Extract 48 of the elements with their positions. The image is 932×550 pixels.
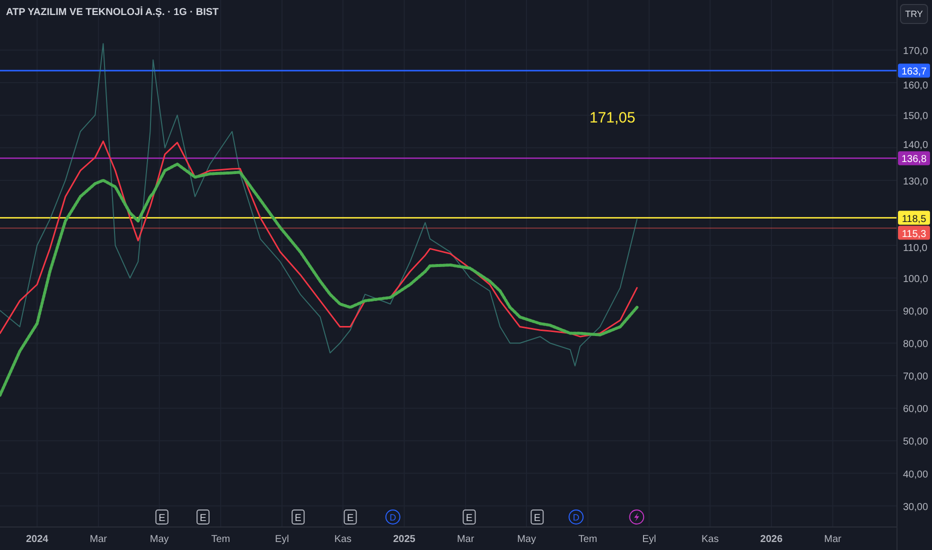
earnings-marker[interactable]: E <box>530 510 544 524</box>
price-axis-label: 100,0 <box>903 274 928 285</box>
time-axis-label: 2026 <box>760 534 783 545</box>
ref-line-label: 118,5 <box>902 214 927 225</box>
time-axis-label: May <box>517 534 536 545</box>
price-tag: 118,5 <box>898 210 930 225</box>
earnings-marker[interactable]: E <box>155 510 168 524</box>
dividend-marker[interactable]: D <box>568 510 584 524</box>
dividend-marker[interactable]: D <box>385 510 400 524</box>
price-axis-label: 80,00 <box>903 339 928 350</box>
time-axis-label: Mar <box>456 534 474 545</box>
lightning-marker-icon[interactable] <box>629 510 644 524</box>
time-axis-label: Eyl <box>642 534 656 545</box>
price-tag: 115,3 <box>898 226 930 240</box>
price-axis-label: 170,0 <box>903 46 928 58</box>
currency-button[interactable]: TRY <box>900 4 928 24</box>
ref-line-label: 115,3 <box>902 228 927 240</box>
price-tag: 163,7 <box>898 64 930 78</box>
price-axis-label: 70,00 <box>903 372 928 383</box>
price-axis-label: 140,0 <box>903 140 928 152</box>
price-tag: 136,8 <box>898 151 930 166</box>
price-axis-label: 90,00 <box>903 306 928 318</box>
time-axis-label: May <box>150 534 169 545</box>
price-annotation: 171,05 <box>590 109 636 126</box>
price-axis-label: 50,00 <box>903 436 928 448</box>
earnings-marker[interactable]: E <box>196 510 210 524</box>
price-axis-label: 60,00 <box>903 404 928 416</box>
earnings-marker[interactable]: E <box>292 510 305 524</box>
price-axis-label: 110,0 <box>903 242 928 254</box>
ref-line-label: 136,8 <box>901 154 927 166</box>
ref-line-label: 163,7 <box>901 66 927 78</box>
earnings-marker[interactable]: E <box>344 510 357 524</box>
time-axis-label: Mar <box>90 534 108 545</box>
time-axis-label: Mar <box>824 534 842 545</box>
earnings-marker[interactable]: E <box>462 510 476 524</box>
price-axis-label: 150,0 <box>903 111 928 122</box>
time-axis-label: Tem <box>578 534 598 545</box>
chart-title: ATP YAZILIM VE TEKNOLOJİ A.Ş. · 1G · BIST <box>6 7 219 18</box>
time-axis-label: Kas <box>702 534 719 545</box>
time-axis-label: Kas <box>334 534 352 545</box>
time-axis-label: 2024 <box>26 534 48 545</box>
price-axis-label: 160,0 <box>903 80 928 92</box>
price-axis-label: 40,00 <box>903 469 928 480</box>
time-axis-label: Tem <box>211 534 230 545</box>
time-axis-label: Eyl <box>275 534 289 545</box>
price-axis-label: 130,0 <box>903 176 928 188</box>
price-axis-label: 30,00 <box>903 502 928 513</box>
time-axis-label: 2025 <box>393 534 416 545</box>
